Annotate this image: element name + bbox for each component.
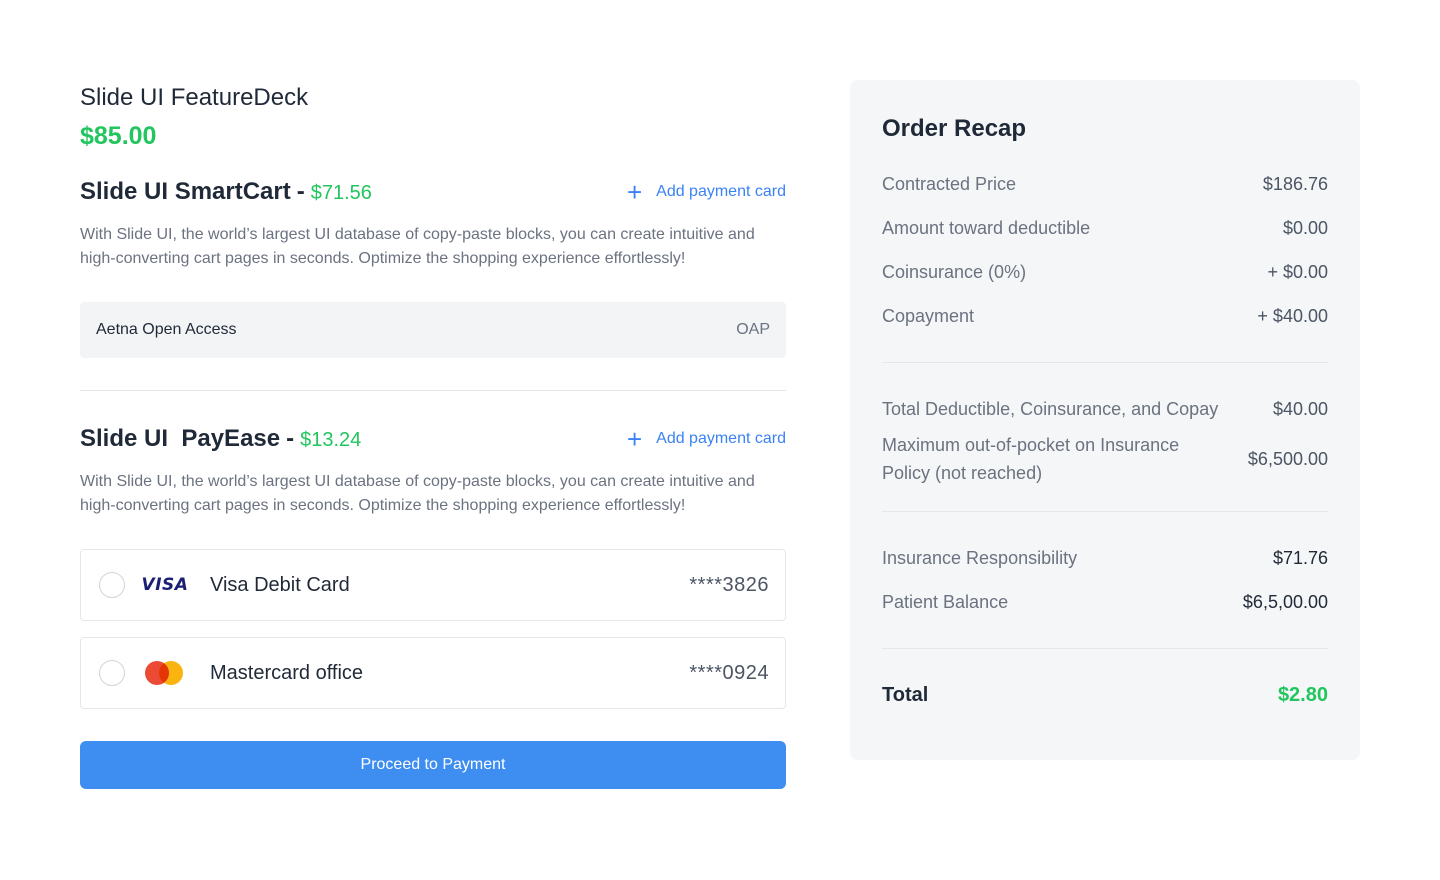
recap-group-pricing: Contracted Price $186.76 Amount toward d… — [882, 162, 1328, 338]
section-header: Slide UI PayEase - $13.24 + Add payment ca… — [80, 422, 786, 456]
recap-value: $6,500.00 — [1247, 449, 1328, 469]
add-payment-card-label: Add payment card — [656, 183, 786, 200]
section-title: Slide UI PayEase - $13.24 — [80, 425, 361, 453]
recap-row: Amount toward deductible $0.00 — [882, 206, 1328, 250]
payment-card-mastercard[interactable]: Mastercard office ****0924 — [80, 637, 786, 709]
recap-row: Insurance Responsibility $71.76 — [882, 536, 1328, 580]
recap-label: Amount toward deductible — [882, 217, 1091, 238]
payment-card-visa[interactable]: VISA Visa Debit Card ****3826 — [80, 549, 786, 621]
recap-divider — [882, 648, 1328, 649]
recap-row: Maximum out-of-pocket on Insurance Polic… — [882, 431, 1328, 487]
section-header: Slide UI SmartCart - $71.56 + Add payment … — [80, 175, 786, 209]
recap-label: Copayment — [882, 305, 975, 326]
card-name: Mastercard office — [210, 661, 364, 684]
section-payease: Slide UI PayEase - $13.24 + Add payment ca… — [80, 422, 786, 789]
plan-code: OAP — [736, 321, 770, 338]
section-description: With Slide UI, the world’s largest UI da… — [80, 226, 755, 267]
plan-name: Aetna Open Access — [96, 321, 237, 338]
section-divider — [80, 390, 786, 391]
recap-total-row: Total $2.80 — [882, 673, 1328, 717]
mastercard-logo-icon — [132, 661, 198, 685]
add-payment-card-label: Add payment card — [656, 430, 786, 447]
card-radio[interactable] — [99, 572, 125, 598]
recap-row: Patient Balance $6,5,00.00 — [882, 580, 1328, 624]
recap-value: $71.76 — [1272, 547, 1328, 568]
section-separator: - — [286, 425, 295, 452]
section-smartcart: Slide UI SmartCart - $71.56 + Add payment … — [80, 175, 786, 358]
recap-title: Order Recap — [882, 115, 1027, 142]
visa-logo-text: VISA — [141, 575, 189, 595]
product-price: $85.00 — [80, 122, 157, 150]
section-separator: - — [296, 178, 305, 205]
insurance-plan-box[interactable]: Aetna Open Access OAP — [80, 302, 786, 358]
card-number-masked: ****3826 — [689, 573, 769, 596]
recap-value: $40.00 — [1272, 398, 1328, 419]
add-payment-card-link[interactable]: + Add payment card — [626, 177, 786, 207]
recap-value: + $40.00 — [1257, 305, 1328, 326]
card-radio[interactable] — [99, 660, 125, 686]
recap-group-totals: Total Deductible, Coinsurance, and Copay… — [882, 387, 1328, 487]
order-recap-panel: Order Recap Contracted Price $186.76 Amo… — [850, 80, 1360, 760]
recap-divider — [882, 362, 1328, 363]
recap-label: Total Deductible, Coinsurance, and Copay — [882, 398, 1219, 419]
total-value: $2.80 — [1277, 683, 1328, 706]
total-label: Total — [882, 683, 929, 706]
recap-label: Coinsurance (0%) — [882, 261, 1027, 282]
recap-value: $186.76 — [1262, 173, 1328, 194]
visa-logo-icon: VISA — [132, 575, 198, 595]
recap-label: Contracted Price — [882, 173, 1017, 194]
section-title: Slide UI SmartCart - $71.56 — [80, 178, 372, 206]
mastercard-circles — [145, 661, 185, 685]
recap-value: $0.00 — [1282, 217, 1328, 238]
checkout-left-column: Slide UI FeatureDeck $85.00 Slide UI Sma… — [80, 80, 786, 789]
recap-label: Maximum out-of-pocket on Insurance Polic… — [882, 435, 1180, 483]
card-number-masked: ****0924 — [689, 661, 769, 684]
recap-row: Total Deductible, Coinsurance, and Copay… — [882, 387, 1328, 431]
recap-group-responsibility: Insurance Responsibility $71.76 Patient … — [882, 536, 1328, 624]
recap-label: Patient Balance — [882, 591, 1009, 612]
recap-row: Contracted Price $186.76 — [882, 162, 1328, 206]
recap-divider — [882, 511, 1328, 512]
recap-label: Insurance Responsibility — [882, 547, 1078, 568]
section-name: Slide UI PayEase — [80, 425, 281, 452]
section-name: Slide UI SmartCart — [80, 178, 291, 205]
section-price: $13.24 — [300, 429, 362, 451]
plus-icon: + — [626, 424, 643, 454]
proceed-to-payment-button[interactable]: Proceed to Payment — [80, 741, 786, 789]
product-title: Slide UI FeatureDeck — [80, 84, 309, 111]
recap-row: Coinsurance (0%) + $0.00 — [882, 250, 1328, 294]
recap-value: + $0.00 — [1267, 261, 1328, 282]
section-description: With Slide UI, the world’s largest UI da… — [80, 473, 755, 514]
recap-value: $6,5,00.00 — [1242, 591, 1328, 612]
card-name: Visa Debit Card — [210, 573, 350, 596]
plus-icon: + — [626, 177, 643, 207]
add-payment-card-link[interactable]: + Add payment card — [626, 424, 786, 454]
section-price: $71.56 — [310, 182, 372, 204]
recap-row: Copayment + $40.00 — [882, 294, 1328, 338]
